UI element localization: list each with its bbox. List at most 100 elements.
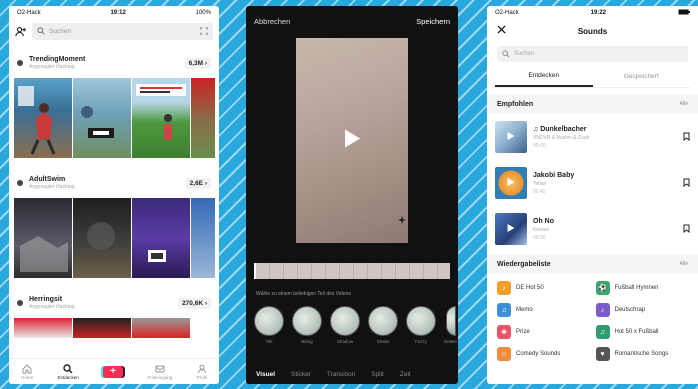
hashtag-count[interactable]: 270,6K › — [178, 297, 211, 309]
home-icon — [22, 363, 32, 374]
hashtag-icon — [17, 60, 23, 66]
tab-split[interactable]: Split — [371, 371, 384, 378]
hashtag-row[interactable]: AdultSwim Angesagter Hashtag 2,6E › — [9, 168, 219, 198]
hashtag-video-strip — [9, 318, 219, 338]
video-thumbnail[interactable] — [73, 198, 131, 278]
add-friend-icon[interactable] — [15, 26, 26, 37]
tab-home[interactable]: Home — [21, 363, 33, 380]
tab-label: Profil — [196, 374, 207, 380]
tab-profile[interactable]: Profil — [197, 364, 207, 380]
time-label: 19:22 — [590, 10, 607, 16]
play-icon — [507, 174, 516, 192]
effect-item[interactable]: Delete — [444, 306, 457, 344]
tab-sticker[interactable]: Sticker — [291, 371, 311, 378]
video-thumbnail[interactable] — [14, 78, 72, 158]
hashtag-icon — [17, 300, 23, 306]
video-thumbnail[interactable] — [14, 198, 72, 278]
timeline-strip[interactable] — [254, 263, 450, 279]
effect-item[interactable]: Shake — [368, 306, 398, 344]
video-thumbnail[interactable] — [14, 318, 72, 338]
video-preview[interactable] — [296, 38, 408, 243]
play-icon[interactable] — [343, 128, 361, 153]
hashtag-icon — [17, 180, 23, 186]
editor-hint: Wähle zu einem beliebigen Teil des Video… — [256, 291, 351, 297]
tab-create[interactable]: + — [102, 365, 123, 378]
effect-item[interactable]: Fuzzy — [406, 306, 436, 344]
recommended-section-header: Empfohlen Alle — [487, 94, 698, 114]
cancel-button[interactable]: Abbrechen — [254, 17, 290, 26]
playlist-item[interactable]: ♫ Hot 50 x Fußball — [595, 324, 689, 340]
tab-discover[interactable]: Entdecken — [57, 363, 79, 380]
effect-item[interactable]: Shadow — [330, 306, 360, 344]
sounds-tabs: Entdecken Gespeichert — [495, 66, 690, 88]
effect-list: Tile Biting Shadow Shake Fuzzy Delete — [254, 306, 457, 344]
sounds-screen: O2-Hack 19:22 Sounds Suchen Entdecken Ge… — [487, 6, 698, 384]
playlist-label: Hot 50 x Fußball — [614, 329, 659, 335]
playlist-label: Romantische Songs — [614, 351, 669, 357]
sparkle-icon — [398, 211, 406, 229]
song-item[interactable]: Jakobi Baby Tetian 00:45 — [487, 160, 698, 206]
playlist-item[interactable]: ⚽ Fußball Hymnen — [595, 280, 689, 296]
video-thumbnail[interactable] — [132, 198, 190, 278]
sounds-header: Sounds — [487, 20, 698, 42]
save-button[interactable]: Speichern — [416, 17, 450, 26]
video-thumbnail[interactable] — [73, 78, 131, 158]
video-thumbnail[interactable] — [132, 78, 190, 158]
hashtag-video-strip — [9, 78, 219, 158]
editor-tabs: Visuel Sticker Transition Split Zeit — [256, 371, 411, 378]
video-thumbnail[interactable] — [191, 78, 215, 158]
song-duration: 00:60 — [533, 234, 546, 241]
playlist-label: Deutschrap — [614, 307, 646, 313]
effect-label: Fuzzy — [414, 339, 427, 344]
song-item[interactable]: Oh No Kreosd 00:60 — [487, 206, 698, 252]
song-artist: Kreosd — [533, 226, 549, 233]
carrier-label: O2-Hack — [495, 10, 519, 16]
playlist-item[interactable]: ♥ Romantische Songs — [595, 346, 689, 362]
effect-item[interactable]: Biting — [292, 306, 322, 344]
song-artist: VNDVR & Bushin & Zuuk — [533, 134, 590, 141]
effect-item[interactable]: Tile — [254, 306, 284, 344]
see-all-link[interactable]: Alle — [680, 101, 688, 107]
playlist-item[interactable]: ♪ DE Hot 50 — [497, 280, 590, 296]
tab-time[interactable]: Zeit — [400, 371, 411, 378]
tab-transition[interactable]: Transition — [327, 371, 355, 378]
tab-inbox[interactable]: Posteingang — [147, 364, 172, 380]
song-cover[interactable] — [495, 167, 527, 199]
playlist-item[interactable]: ☺ Comedy Sounds — [497, 346, 590, 362]
hashtag-count[interactable]: 6,3M › — [184, 57, 211, 69]
playlist-item[interactable]: ♪ Deutschrap — [595, 302, 689, 318]
hashtag-row[interactable]: Herringsit Angesagter Hashtag 270,6K › — [9, 288, 219, 318]
playlist-item[interactable]: ★ Prize — [497, 324, 590, 340]
playlist-icon: ☺ — [497, 347, 511, 361]
search-input[interactable]: Suchen — [32, 22, 213, 40]
play-icon — [507, 220, 516, 238]
song-title: ♫ Dunkelbacher — [533, 125, 587, 133]
song-title: Oh No — [533, 217, 554, 225]
video-thumbnail[interactable] — [73, 318, 131, 338]
close-icon[interactable] — [497, 25, 506, 36]
bookmark-icon[interactable] — [683, 174, 690, 192]
tab-saved[interactable]: Gespeichert — [593, 66, 691, 87]
video-thumbnail[interactable] — [132, 318, 190, 338]
bookmark-icon[interactable] — [683, 220, 690, 238]
playlist-label: Memo — [516, 307, 533, 313]
playlist-icon: ♫ — [497, 303, 511, 317]
tab-discover[interactable]: Entdecken — [495, 66, 593, 87]
bookmark-icon[interactable] — [683, 128, 690, 146]
song-item[interactable]: ♫ Dunkelbacher VNDVR & Bushin & Zuuk 00:… — [487, 114, 698, 160]
song-title: Jakobi Baby — [533, 171, 575, 179]
discover-screen: O2-Hack 19:12 100% Suchen TrendingMoment… — [9, 6, 219, 384]
hashtag-row[interactable]: TrendingMoment Angesagter Hashtag 6,3M › — [9, 48, 219, 78]
playlist-item[interactable]: ♫ Memo — [497, 302, 590, 318]
song-cover[interactable] — [495, 121, 527, 153]
playlist-icon: ♫ — [595, 325, 610, 339]
section-title: Empfohlen — [497, 100, 534, 108]
tab-visual[interactable]: Visuel — [256, 371, 275, 378]
effect-label: Biting — [301, 339, 313, 344]
hashtag-count[interactable]: 2,6E › — [185, 177, 211, 189]
video-thumbnail[interactable] — [191, 198, 215, 278]
see-all-link[interactable]: Alle — [680, 261, 688, 267]
song-cover[interactable] — [495, 213, 527, 245]
scan-icon[interactable] — [200, 27, 208, 35]
search-input[interactable]: Suchen — [497, 46, 688, 62]
